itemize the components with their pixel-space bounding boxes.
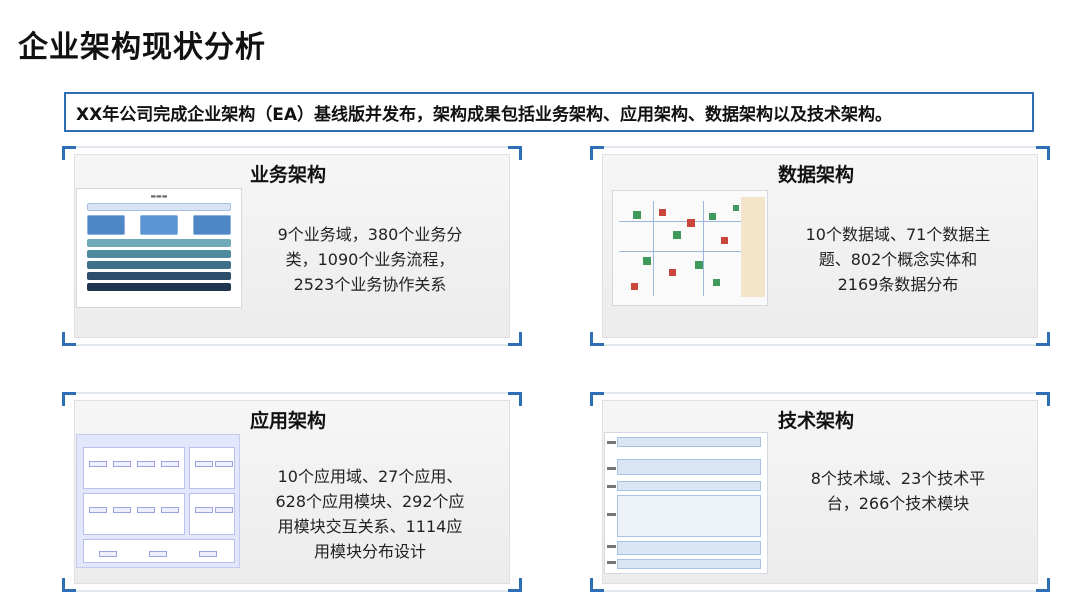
card-title: 技术架构	[778, 410, 855, 432]
card-description: 9个业务域，380个业务分 类，1090个业务流程， 2523个业务协作关系	[277, 225, 463, 294]
card-business-architecture: 业务架构 ▬▬▬ 9个业务域，380个业务分 类，1090个业务流程， 2523…	[62, 146, 522, 346]
summary-box: XX年公司完成企业架构（EA）基线版并发布，架构成果包括业务架构、应用架构、数据…	[64, 92, 1034, 132]
data-architecture-thumbnail	[612, 190, 768, 306]
card-data-architecture: 数据架构 10个数据域、71个数据主 题、802个概念实体和 2169条数据分布	[590, 146, 1050, 346]
card-title: 业务架构	[250, 164, 327, 186]
summary-text: XX年公司完成企业架构（EA）基线版并发布，架构成果包括业务架构、应用架构、数据…	[76, 104, 892, 125]
technology-architecture-thumbnail	[604, 432, 768, 574]
card-description: 8个技术域、23个技术平 台，266个技术模块	[810, 469, 986, 513]
card-title: 应用架构	[250, 410, 327, 432]
card-description: 10个应用域、27个应用、 628个应用模块、292个应 用模块交互关系、111…	[275, 467, 465, 561]
page-title: 企业架构现状分析	[18, 30, 266, 65]
card-description: 10个数据域、71个数据主 题、802个概念实体和 2169条数据分布	[805, 225, 991, 294]
business-architecture-thumbnail: ▬▬▬	[76, 188, 242, 308]
thumbnail-caption-decoration: ▬▬▬	[150, 193, 168, 200]
card-title: 数据架构	[778, 164, 855, 186]
card-technology-architecture: 技术架构 8个技术域、23个技术平 台，266个技术模块	[590, 392, 1050, 592]
application-architecture-thumbnail	[76, 434, 240, 568]
card-application-architecture: 应用架构 10个应用域、27个应用、 628个应用模块、292个应 用模块交互关…	[62, 392, 522, 592]
